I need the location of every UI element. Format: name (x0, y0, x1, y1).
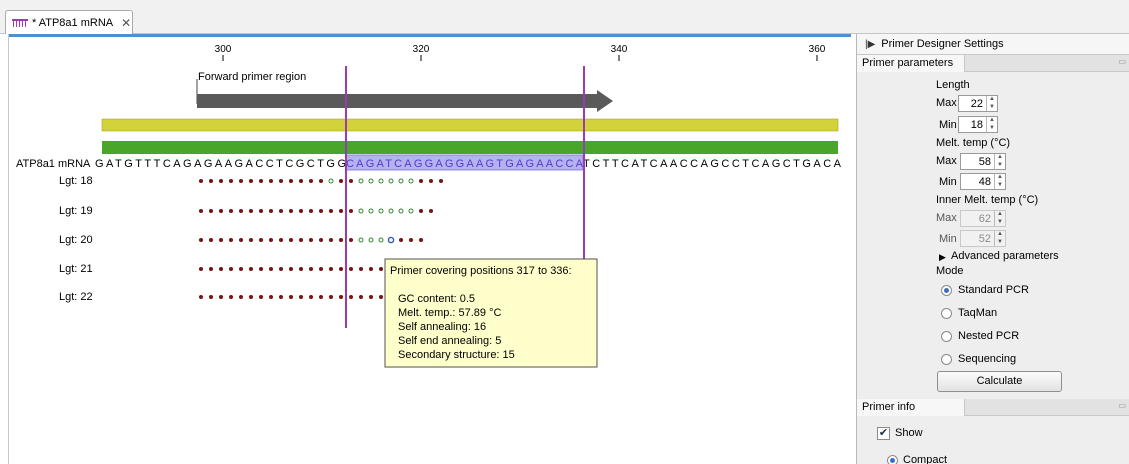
green-annotation-bar[interactable] (102, 141, 838, 154)
primer-designer-settings-panel: |▶ Primer Designer Settings Primer param… (856, 34, 1129, 464)
length-max-label: Max (936, 97, 957, 109)
region-label: Forward primer region (198, 71, 306, 83)
ruler-tick-label: 360 (809, 44, 826, 55)
expand-advanced-icon[interactable]: ▶ (939, 252, 946, 263)
show-label[interactable]: Show (895, 427, 923, 439)
sequence-bases-right: TCTTCATCAACCAGCCTCAGCTGACA (583, 158, 842, 170)
mode-standard-pcr-label[interactable]: Standard PCR (958, 284, 1029, 296)
primer-dots-row-20 (199, 236, 423, 244)
close-icon[interactable]: ✕ (121, 16, 131, 30)
mode-sequencing-radio[interactable] (941, 354, 952, 365)
length-max-spinner[interactable]: 22 ▲ ▼ (958, 95, 998, 112)
tooltip-gc-content: GC content: 0.5 (398, 293, 475, 305)
editor-tab-strip: * ATP8a1 mRNA ✕ (0, 0, 1129, 34)
tooltip-self-annealing: Self annealing: 16 (398, 321, 486, 333)
length-label: Length (936, 79, 970, 91)
primer-parameters-header[interactable]: Primer parameters ▭ (857, 55, 1129, 72)
ruler-tick-label: 300 (215, 44, 232, 55)
mode-taqman-label[interactable]: TaqMan (958, 307, 997, 319)
inner-melt-temp-label: Inner Melt. temp (°C) (936, 194, 1039, 206)
row-label-lgt-19: Lgt: 19 (59, 205, 93, 217)
show-checkbox[interactable]: ✔ (877, 427, 890, 440)
tooltip-title: Primer covering positions 317 to 336: (390, 265, 572, 277)
advanced-parameters-toggle[interactable]: Advanced parameters (951, 250, 1059, 262)
compact-label[interactable]: Compact (903, 454, 947, 464)
ruler-tick-label: 340 (611, 44, 628, 55)
sequence-bases-left: GATGTTTCAGAGAAGACCTCGCTGG (95, 158, 346, 170)
mode-standard-pcr-radio[interactable] (941, 285, 952, 296)
melt-temp-label: Melt. temp (°C) (936, 137, 1011, 149)
selected-primer-dot (387, 236, 395, 244)
melt-max-label: Max (936, 155, 957, 167)
primer-dots-row-22 (199, 295, 383, 299)
primer-parameters-tab[interactable]: Primer parameters (857, 55, 965, 72)
mode-nested-pcr-radio[interactable] (941, 331, 952, 342)
melt-min-spinner[interactable]: 48 ▲ ▼ (960, 173, 1006, 190)
primer-dots-row-19 (199, 208, 433, 214)
panel-title: Primer Designer Settings (881, 38, 1004, 50)
primer-dots-row-21 (199, 267, 383, 271)
primer-tooltip: Primer covering positions 317 to 336: GC… (384, 258, 598, 368)
sequence-name: ATP8a1 mRNA (16, 158, 91, 170)
inner-max-label: Max (936, 212, 957, 224)
forward-primer-region-annotation[interactable]: Forward primer region (196, 71, 613, 112)
primer-info-tab[interactable]: Primer info (857, 399, 965, 416)
yellow-annotation-bar[interactable] (101, 118, 839, 132)
tab-title: * ATP8a1 mRNA (32, 16, 114, 29)
tooltip-self-end-annealing: Self end annealing: 5 (398, 335, 501, 347)
panel-title-bar[interactable]: |▶ Primer Designer Settings (857, 34, 1129, 55)
mode-sequencing-label[interactable]: Sequencing (958, 353, 1016, 365)
mode-nested-pcr-label[interactable]: Nested PCR (958, 330, 1019, 342)
melt-min-label: Min (939, 176, 957, 188)
ruler-tick-label: 320 (413, 44, 430, 55)
length-min-spinner[interactable]: 18 ▲ ▼ (958, 116, 998, 133)
tab-atp8a1-mrna[interactable]: * ATP8a1 mRNA ✕ (5, 10, 133, 34)
region-arrow (197, 90, 613, 112)
collapse-panel-icon[interactable]: |▶ (865, 39, 875, 50)
row-label-lgt-20: Lgt: 20 (59, 234, 93, 246)
tooltip-melt-temp: Melt. temp.: 57.89 °C (398, 307, 501, 319)
minimize-icon[interactable]: ▭ (1118, 401, 1126, 410)
melt-max-spinner[interactable]: 58 ▲ ▼ (960, 153, 1006, 170)
row-label-lgt-21: Lgt: 21 (59, 263, 93, 275)
mode-label: Mode (936, 265, 964, 277)
row-label-lgt-18: Lgt: 18 (59, 175, 93, 187)
tooltip-secondary-structure: Secondary structure: 15 (398, 349, 515, 361)
inner-min-label: Min (939, 233, 957, 245)
ruler: 300 320 340 360 (215, 44, 826, 61)
mode-taqman-radio[interactable] (941, 308, 952, 319)
inner-max-spinner: 62 ▲ ▼ (960, 210, 1006, 227)
calculate-button[interactable]: Calculate (937, 371, 1062, 392)
primer-info-header[interactable]: Primer info ▭ (857, 399, 1129, 416)
sequence-icon (12, 18, 28, 28)
row-label-lgt-22: Lgt: 22 (59, 291, 93, 303)
compact-radio[interactable] (887, 455, 898, 464)
sequence-canvas: 300 320 340 360 Forward primer region AT… (16, 44, 842, 368)
primer-dots-row-18 (199, 178, 443, 184)
sequence-view[interactable]: 300 320 340 360 Forward primer region AT… (8, 34, 851, 464)
inner-min-spinner: 52 ▲ ▼ (960, 230, 1006, 247)
minimize-icon[interactable]: ▭ (1118, 57, 1126, 66)
length-min-label: Min (939, 119, 957, 131)
